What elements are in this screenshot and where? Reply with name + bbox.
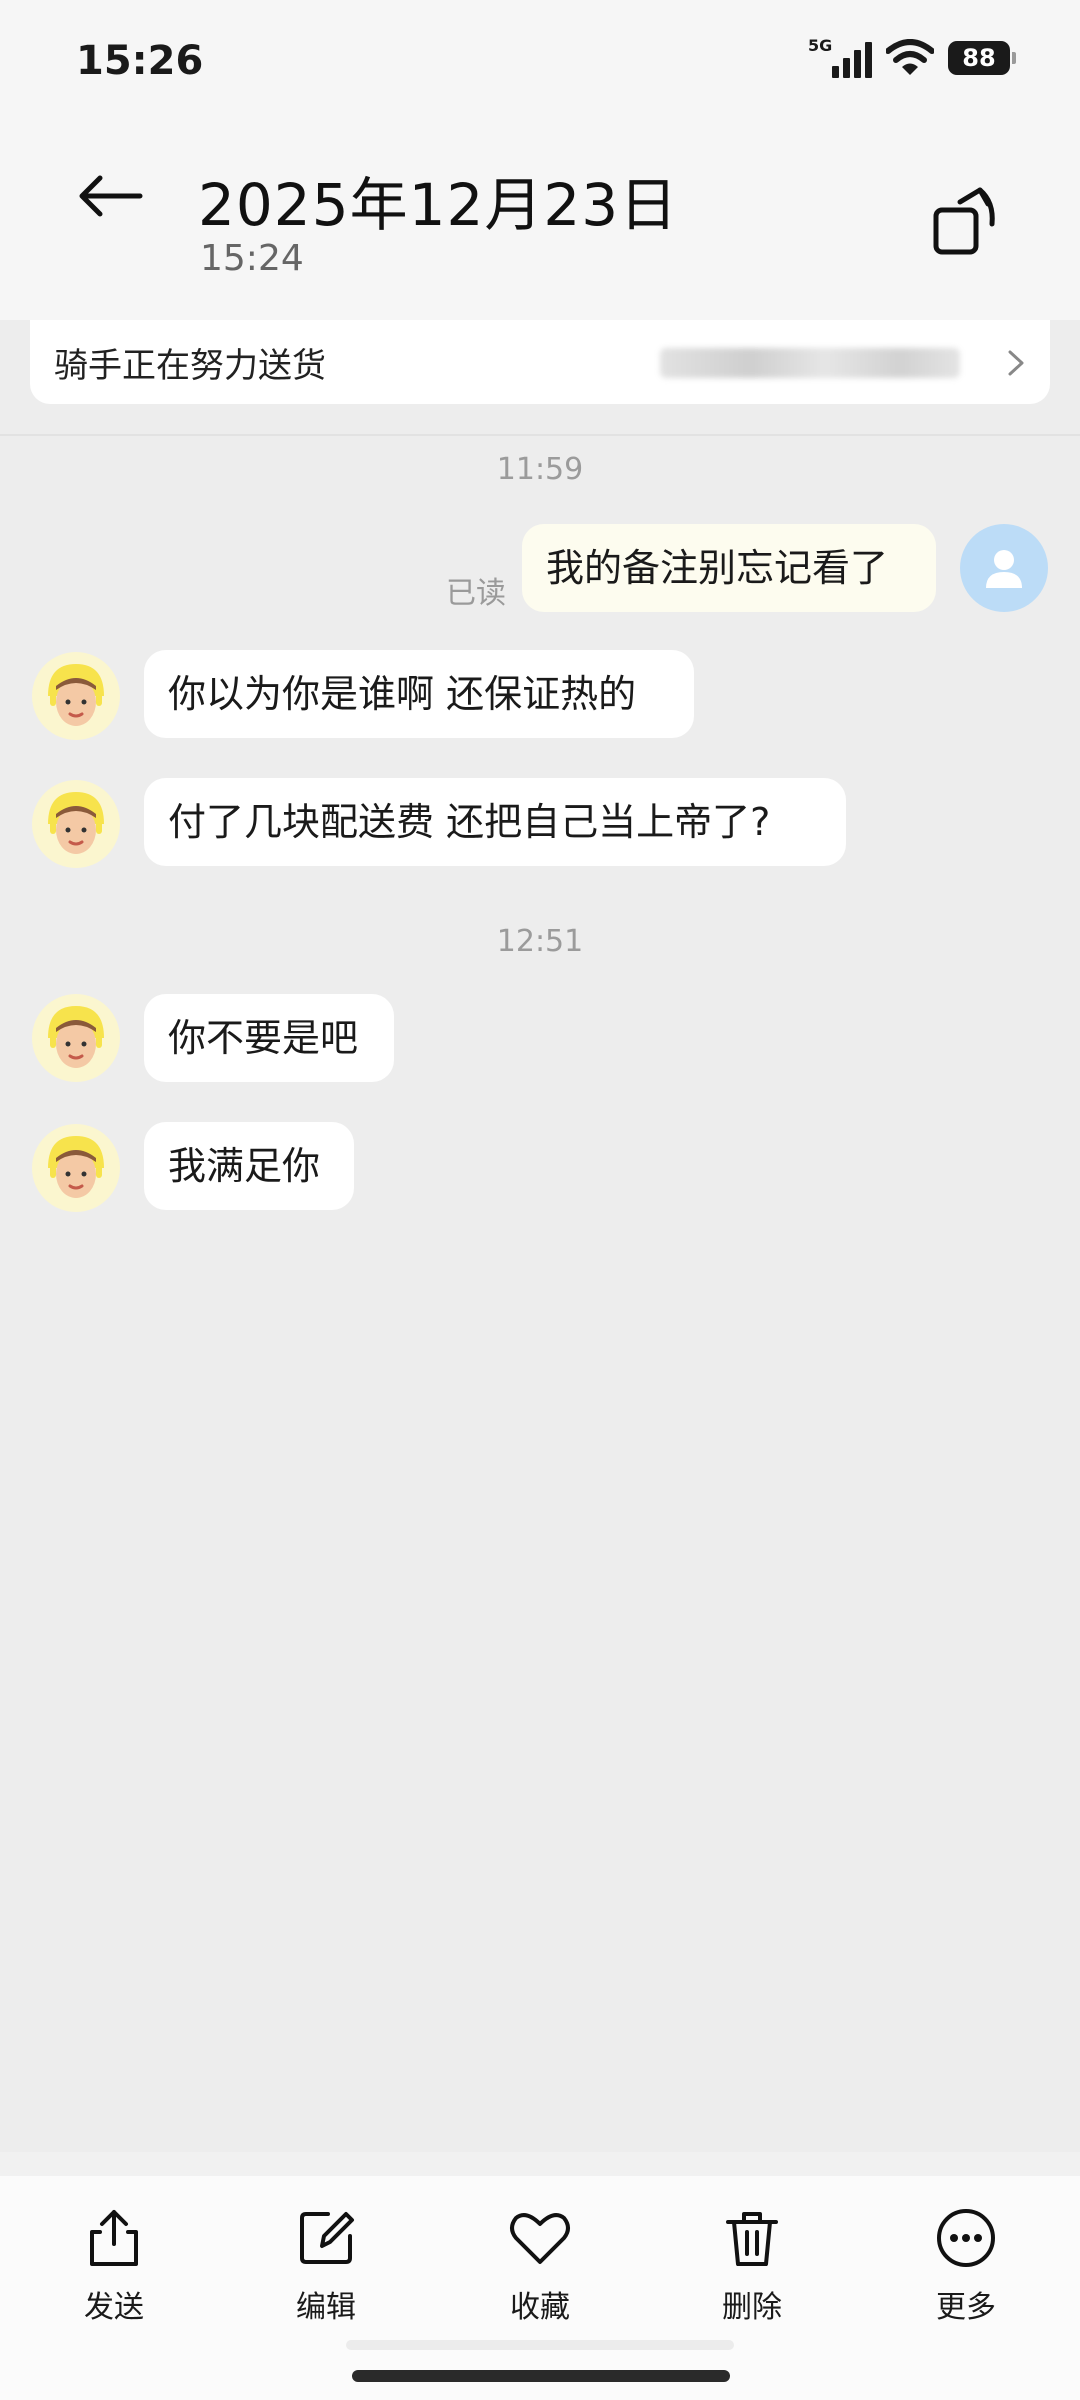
favorite-button[interactable]: 收藏 (480, 2206, 600, 2326)
more-label: 更多 (936, 2290, 996, 2325)
redacted-content (660, 348, 960, 378)
edit-label: 编辑 (296, 2290, 356, 2325)
more-button[interactable]: 更多 (906, 2206, 1026, 2326)
message-bubble-incoming[interactable]: 你以为你是谁啊 还保证热的 (144, 650, 694, 738)
read-receipt: 已读 (446, 576, 506, 611)
screen: 15:26 5G 88 2025年12月23日 15:24 骑手正在努力送货 1… (0, 0, 1080, 2400)
rotate-button[interactable] (930, 180, 1000, 258)
edit-icon (300, 2212, 354, 2264)
more-icon (937, 2209, 995, 2267)
ghost-bar (346, 2340, 734, 2350)
chevron-right-icon (1008, 350, 1024, 376)
home-indicator[interactable] (352, 2370, 730, 2382)
time-separator: 11:59 (496, 452, 584, 487)
page-title: 2025年12月23日 (198, 171, 679, 239)
time-separator: 12:51 (496, 924, 584, 959)
message-bubble-incoming[interactable]: 我满足你 (144, 1122, 354, 1210)
back-button[interactable] (74, 166, 146, 226)
status-bar: 15:26 5G 88 (0, 0, 1080, 110)
rider-avatar[interactable] (30, 778, 122, 870)
wifi-icon (886, 39, 934, 75)
delete-button[interactable]: 删除 (692, 2206, 812, 2326)
trash-icon (726, 2212, 778, 2266)
rider-avatar[interactable] (30, 992, 122, 1084)
signal-bars (832, 42, 872, 78)
battery-icon: 88 (948, 41, 1016, 75)
order-status-text: 骑手正在努力送货 (54, 345, 326, 386)
rider-avatar[interactable] (30, 1122, 122, 1214)
network-type: 5G (808, 36, 833, 55)
status-time: 15:26 (76, 38, 204, 84)
edit-button[interactable]: 编辑 (266, 2206, 386, 2326)
send-button[interactable]: 发送 (54, 2206, 174, 2326)
message-bubble-outgoing[interactable]: 我的备注别忘记看了 (522, 524, 936, 612)
status-icons: 5G 88 (808, 36, 1016, 80)
rotate-icon (933, 187, 995, 255)
top-area: 15:26 5G 88 2025年12月23日 15:24 (0, 0, 1080, 320)
cellular-signal-icon: 5G (808, 36, 872, 80)
bottom-toolbar: 发送 编辑 收藏 删除 更多 (0, 2176, 1080, 2400)
person-icon (986, 550, 1022, 588)
rider-avatar[interactable] (30, 650, 122, 742)
favorite-label: 收藏 (510, 2290, 570, 2325)
delete-label: 删除 (722, 2290, 782, 2325)
heart-icon (510, 2213, 570, 2264)
battery-level: 88 (962, 44, 996, 72)
divider (0, 434, 1080, 436)
user-avatar-icon[interactable] (960, 524, 1048, 612)
arrow-left-icon (79, 175, 143, 217)
send-label: 发送 (84, 2290, 144, 2325)
page-subtitle: 15:24 (200, 238, 304, 279)
message-bubble-incoming[interactable]: 付了几块配送费 还把自己当上帝了? (144, 778, 846, 866)
message-bubble-incoming[interactable]: 你不要是吧 (144, 994, 394, 1082)
share-icon (90, 2210, 138, 2266)
order-status-card[interactable]: 骑手正在努力送货 (30, 320, 1050, 404)
